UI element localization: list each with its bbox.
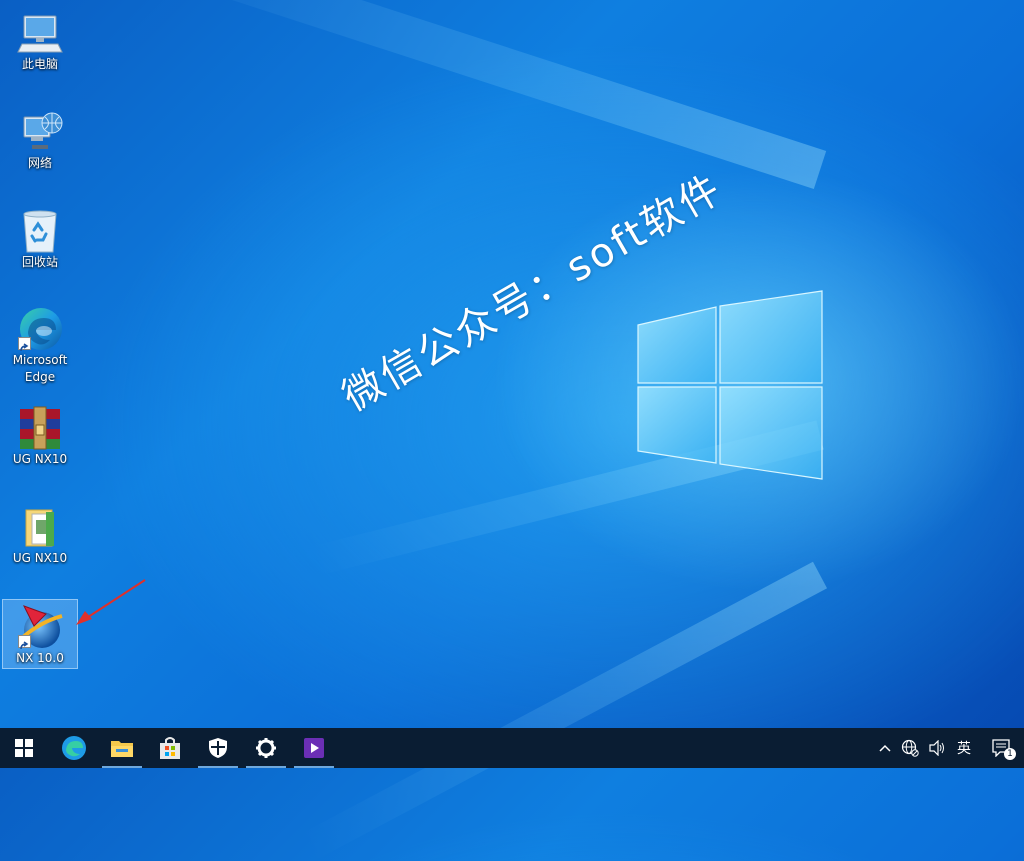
annotation-arrow xyxy=(76,579,146,625)
system-tray: 英 1 xyxy=(874,728,1024,768)
desktop-icon-this-pc[interactable]: 此电脑 xyxy=(2,6,78,76)
settings-icon xyxy=(256,738,276,758)
taskbar-store-button[interactable] xyxy=(146,728,194,768)
tray-overflow-button[interactable] xyxy=(874,728,896,768)
desktop-icon-network[interactable]: 网络 xyxy=(2,105,78,175)
desktop[interactable]: 此电脑 网络 回收站 Microsoft Edge UG NX10 UG NX1… xyxy=(0,0,1024,861)
speaker-icon xyxy=(929,740,944,756)
tray-notifications-button[interactable]: 1 xyxy=(976,728,1024,768)
desktop-icon-ug-nx10-folder[interactable]: UG NX10 xyxy=(2,500,78,570)
tray-volume-button[interactable] xyxy=(924,728,952,768)
winrar-archive-icon xyxy=(16,405,64,451)
media-player-icon xyxy=(304,738,324,758)
folder-icon xyxy=(16,504,64,550)
desktop-icon-label: Microsoft Edge xyxy=(12,353,68,384)
notification-count-badge: 1 xyxy=(1004,748,1016,760)
desktop-icon-microsoft-edge[interactable]: Microsoft Edge xyxy=(2,302,78,390)
edge-icon xyxy=(16,306,64,352)
file-explorer-icon xyxy=(111,741,133,757)
taskbar-media-player-button[interactable] xyxy=(290,728,338,768)
taskbar-edge-button[interactable] xyxy=(50,728,98,768)
this-pc-icon xyxy=(16,10,64,56)
desktop-icon-label: 此电脑 xyxy=(21,57,58,71)
taskbar-file-explorer-button[interactable] xyxy=(98,728,146,768)
edge-icon xyxy=(62,736,86,760)
desktop-icon-label: UG NX10 xyxy=(12,452,68,466)
taskbar-security-button[interactable] xyxy=(194,728,242,768)
globe-network-icon xyxy=(901,739,919,757)
wallpaper-beam xyxy=(300,561,828,861)
desktop-icon-label: NX 10.0 xyxy=(16,651,64,665)
security-icon xyxy=(209,738,227,758)
start-button[interactable] xyxy=(0,728,48,768)
store-icon xyxy=(160,737,180,759)
desktop-icon-label: 回收站 xyxy=(21,255,58,269)
tray-input-method-button[interactable]: 英 xyxy=(952,728,976,768)
wallpaper-beam xyxy=(110,0,827,190)
recycle-bin-icon xyxy=(16,208,64,254)
shortcut-arrow-icon xyxy=(18,337,31,352)
nx-app-icon xyxy=(16,604,64,650)
chevron-up-icon xyxy=(879,744,891,752)
tray-network-button[interactable] xyxy=(896,728,924,768)
desktop-icon-recycle-bin[interactable]: 回收站 xyxy=(2,204,78,274)
desktop-icon-label: 网络 xyxy=(27,156,52,170)
taskbar-settings-button[interactable] xyxy=(242,728,290,768)
start-icon xyxy=(15,739,33,757)
desktop-icon-nx-10[interactable]: NX 10.0 xyxy=(2,599,78,669)
shortcut-arrow-icon xyxy=(18,635,31,650)
taskbar: 英 1 xyxy=(0,728,1024,768)
windows-logo-wallpaper xyxy=(637,290,823,480)
network-icon xyxy=(16,109,64,155)
desktop-icon-ug-nx10-archive[interactable]: UG NX10 xyxy=(2,401,78,471)
desktop-icon-label: UG NX10 xyxy=(12,551,68,565)
